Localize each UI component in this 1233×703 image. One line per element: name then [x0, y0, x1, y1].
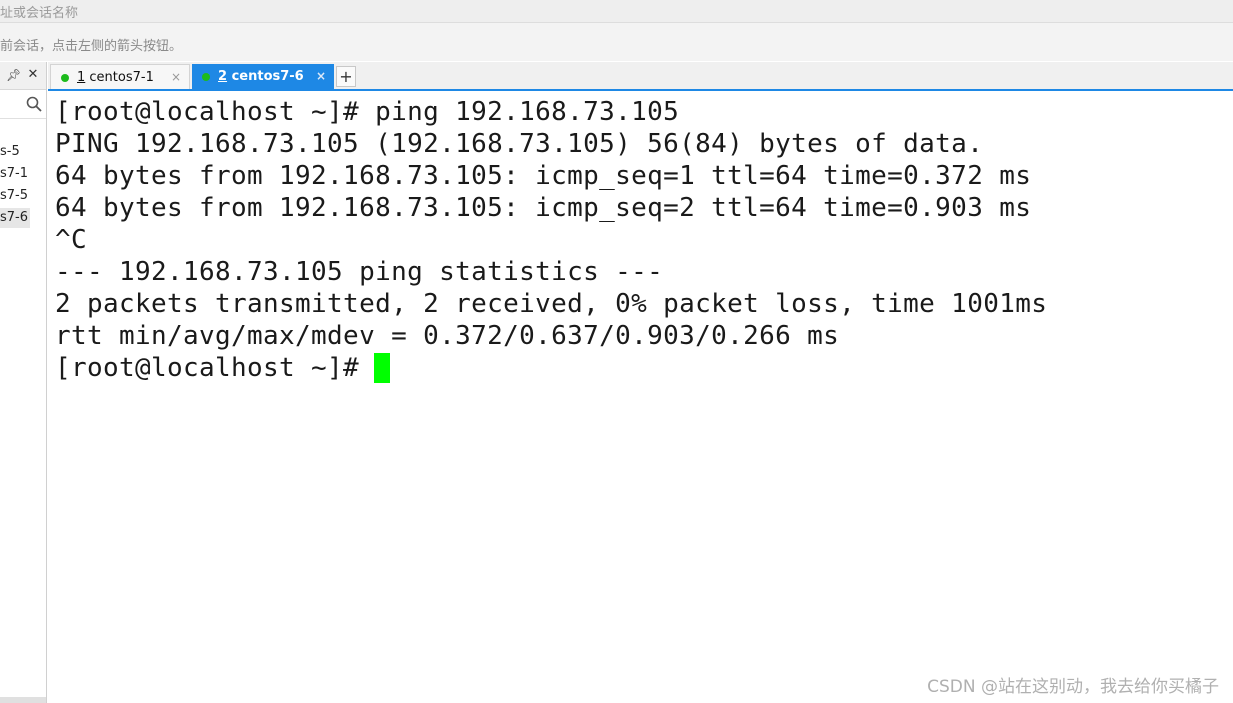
tab-centos7-1[interactable]: 1 centos7-1 ×: [50, 64, 190, 89]
terminal-area[interactable]: [root@localhost ~]# ping 192.168.73.105 …: [48, 91, 1233, 703]
status-dot-icon: [202, 73, 210, 81]
session-item-selected[interactable]: s7-6: [0, 208, 30, 228]
tab-close-icon[interactable]: ×: [316, 64, 326, 89]
tab-centos7-6[interactable]: 2 centos7-6 ×: [192, 64, 334, 89]
sidebar-scrollbar[interactable]: [0, 697, 46, 703]
close-icon[interactable]: ✕: [26, 67, 40, 83]
tab-label: 1 centos7-1: [77, 70, 154, 85]
address-hint: 址或会话名称: [0, 6, 79, 21]
terminal-line: 2 packets transmitted, 2 received, 0% pa…: [55, 289, 1048, 319]
terminal-line: ^C: [55, 225, 88, 255]
tab-label: 2 centos7-6: [218, 69, 304, 84]
terminal-line: [root@localhost ~]# ping 192.168.73.105: [55, 97, 680, 127]
session-item[interactable]: s7-5: [0, 186, 30, 206]
add-tab-button[interactable]: +: [336, 66, 356, 87]
sidebar-header: 📌︎ ✕: [0, 62, 46, 90]
tab-close-icon[interactable]: ×: [171, 65, 181, 90]
watermark: CSDN @站在这别动，我去给你买橘子: [927, 677, 1219, 697]
search-icon[interactable]: [25, 95, 43, 113]
session-item[interactable]: s-5: [0, 142, 30, 162]
terminal-line: rtt min/avg/max/mdev = 0.372/0.637/0.903…: [55, 321, 840, 351]
info-bar: 前会话，点击左侧的箭头按钮。: [0, 23, 1233, 61]
terminal-line: 64 bytes from 192.168.73.105: icmp_seq=1…: [55, 161, 1032, 191]
tab-bar: 1 centos7-1 × 2 centos7-6 × +: [48, 62, 1233, 89]
info-text: 前会话，点击左侧的箭头按钮。: [0, 39, 183, 54]
session-item[interactable]: s7-1: [0, 164, 30, 184]
terminal-cursor: [374, 353, 390, 383]
status-dot-icon: [61, 74, 69, 82]
sidebar-search[interactable]: [0, 90, 46, 119]
session-sidebar: 📌︎ ✕ s-5 s7-1 s7-5 s7-6: [0, 62, 47, 703]
pin-icon[interactable]: 📌︎: [6, 67, 21, 83]
terminal-line: PING 192.168.73.105 (192.168.73.105) 56(…: [55, 129, 984, 159]
terminal-line: --- 192.168.73.105 ping statistics ---: [55, 257, 664, 287]
terminal-line: 64 bytes from 192.168.73.105: icmp_seq=2…: [55, 193, 1032, 223]
terminal-prompt-line: [root@localhost ~]#: [55, 353, 376, 383]
address-bar[interactable]: 址或会话名称: [0, 0, 1233, 23]
